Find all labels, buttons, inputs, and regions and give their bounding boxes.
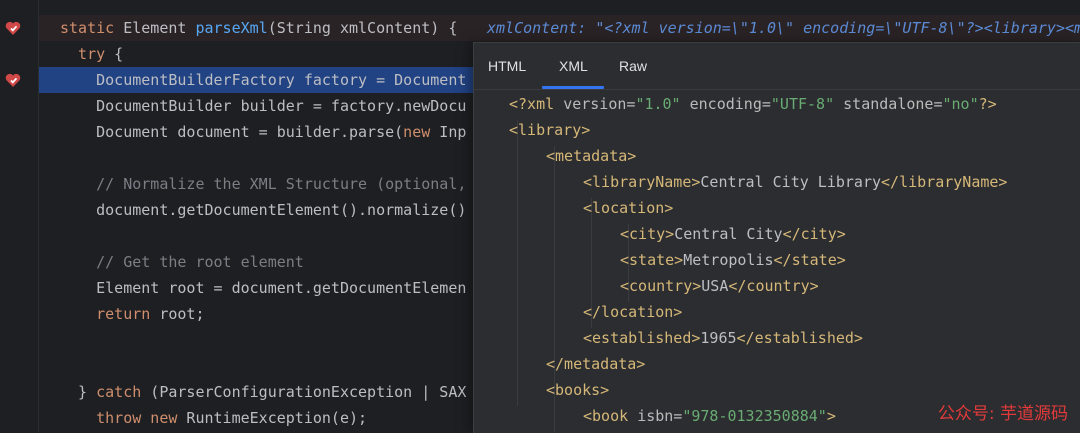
xml-token: </city> xyxy=(782,225,846,243)
xml-line[interactable]: <location> xyxy=(583,195,673,221)
xml-token: isbn= xyxy=(637,407,683,425)
xml-token: standalone= xyxy=(843,95,943,113)
xml-token: </state> xyxy=(773,251,846,269)
xml-token: <country> xyxy=(620,277,702,295)
code-token: catch xyxy=(96,383,142,401)
code-text: document.getDocumentElement().normalize(… xyxy=(60,197,466,223)
xml-line[interactable]: </location> xyxy=(583,299,682,325)
code-token: { xyxy=(105,45,124,63)
code-text: try { xyxy=(60,41,123,67)
xml-token: version= xyxy=(563,95,636,113)
code-text: Document document = builder.parse(new In… xyxy=(60,119,466,145)
code-text: DocumentBuilder builder = factory.newDoc… xyxy=(60,93,466,119)
xml-token: 1965 xyxy=(700,329,737,347)
code-text: // Normalize the XML Structure (optional… xyxy=(60,171,466,197)
xml-token: "1.0" xyxy=(635,95,690,113)
xml-content[interactable]: <?xml version="1.0" encoding="UTF-8" sta… xyxy=(474,90,1080,433)
code-token: (ParserConfigurationException | SAX xyxy=(141,383,467,401)
code-token: // Normalize the XML Structure (optional… xyxy=(60,175,467,193)
xml-token: </metadata> xyxy=(546,355,646,373)
tab-html[interactable]: HTML xyxy=(488,55,526,77)
code-token: static xyxy=(60,19,124,37)
code-token: parseXml xyxy=(195,19,268,37)
xml-token: Metropolis xyxy=(683,251,774,269)
code-token: } xyxy=(60,383,97,401)
code-token: try xyxy=(60,45,106,63)
xml-token: encoding= xyxy=(689,95,771,113)
code-text: } catch (ParserConfigurationException | … xyxy=(60,379,466,405)
code-token: root; xyxy=(150,305,205,323)
code-token: DocumentBuilderFactory factory = Documen… xyxy=(60,71,467,89)
breakpoint-icon[interactable] xyxy=(4,19,22,37)
xml-line[interactable]: </metadata> xyxy=(546,351,645,377)
xml-token: </libraryName> xyxy=(881,173,1008,191)
xml-token: Central City Library xyxy=(700,173,882,191)
xml-viewer-popup[interactable]: HTML XML Raw <?xml version="1.0" encodin… xyxy=(473,42,1080,433)
xml-line[interactable]: <books> xyxy=(546,377,609,403)
indent-guide xyxy=(517,120,518,406)
code-token: document.getDocumentElement().normalize(… xyxy=(60,201,467,219)
xml-token: "UTF-8" xyxy=(770,95,844,113)
xml-token: <library> xyxy=(509,121,591,139)
code-token: DocumentBuilder builder = factory.newDoc… xyxy=(60,97,467,115)
xml-line[interactable]: <library> xyxy=(509,117,590,143)
xml-line[interactable]: <book isbn="978-0132350884"> xyxy=(583,403,836,429)
xml-line[interactable]: <libraryName>Central City Library</libra… xyxy=(583,169,1007,195)
code-token: new xyxy=(403,123,431,141)
editor-gutter[interactable] xyxy=(0,0,39,432)
xml-token: </country> xyxy=(728,277,819,295)
breakpoint-icon[interactable] xyxy=(4,71,22,89)
xml-token: ?> xyxy=(978,95,997,113)
watermark: 公众号: 芋道源码 xyxy=(937,404,1068,424)
tab-raw[interactable]: Raw xyxy=(619,55,647,77)
viewer-tabs: HTML XML Raw xyxy=(474,43,1080,89)
code-token: throw new xyxy=(60,409,178,427)
xml-token: > xyxy=(826,407,836,425)
code-text: static Element parseXml(String xmlConten… xyxy=(60,15,457,41)
xml-token: </established> xyxy=(736,329,863,347)
xml-token: <books> xyxy=(546,381,610,399)
xml-token: <state> xyxy=(620,251,684,269)
xml-line[interactable]: <established>1965</established> xyxy=(583,325,863,351)
xml-token: <book xyxy=(583,407,638,425)
code-token: Element xyxy=(123,19,196,37)
code-text: DocumentBuilderFactory factory = Documen… xyxy=(60,67,466,93)
xml-token: <established> xyxy=(583,329,701,347)
xml-line[interactable]: <metadata> xyxy=(546,143,636,169)
xml-token: Central City xyxy=(674,225,783,243)
code-text: Element root = document.getDocumentEleme… xyxy=(60,275,466,301)
xml-line[interactable]: <state>Metropolis</state> xyxy=(620,247,846,273)
code-token: Document document = builder.parse( xyxy=(60,123,404,141)
xml-token: <metadata> xyxy=(546,147,637,165)
xml-token: USA xyxy=(701,277,729,295)
xml-line[interactable]: <?xml version="1.0" encoding="UTF-8" sta… xyxy=(509,91,997,117)
xml-token: <?xml xyxy=(509,95,564,113)
code-token: // Get the root element xyxy=(60,253,304,271)
code-token: RuntimeException(e); xyxy=(177,409,368,427)
xml-token: "978-0132350884" xyxy=(682,407,827,425)
code-token: return xyxy=(60,305,151,323)
xml-token: <libraryName> xyxy=(583,173,701,191)
code-token: Inp xyxy=(430,123,467,141)
xml-token: </location> xyxy=(583,303,683,321)
tab-xml[interactable]: XML xyxy=(559,55,588,77)
xml-token: <location> xyxy=(583,199,674,217)
xml-line[interactable]: <country>USA</country> xyxy=(620,273,819,299)
code-token: (String xmlContent) { xyxy=(267,19,458,37)
code-text: throw new RuntimeException(e); xyxy=(60,405,367,431)
inline-debug-value: xmlContent: "<?xml version=\"1.0\" encod… xyxy=(487,19,1080,37)
code-text: // Get the root element xyxy=(60,249,304,275)
code-token: Element root = document.getDocumentEleme… xyxy=(60,279,467,297)
xml-token: "no" xyxy=(942,95,979,113)
xml-line[interactable]: <city>Central City</city> xyxy=(620,221,846,247)
xml-token: <city> xyxy=(620,225,675,243)
code-text: return root; xyxy=(60,301,205,327)
